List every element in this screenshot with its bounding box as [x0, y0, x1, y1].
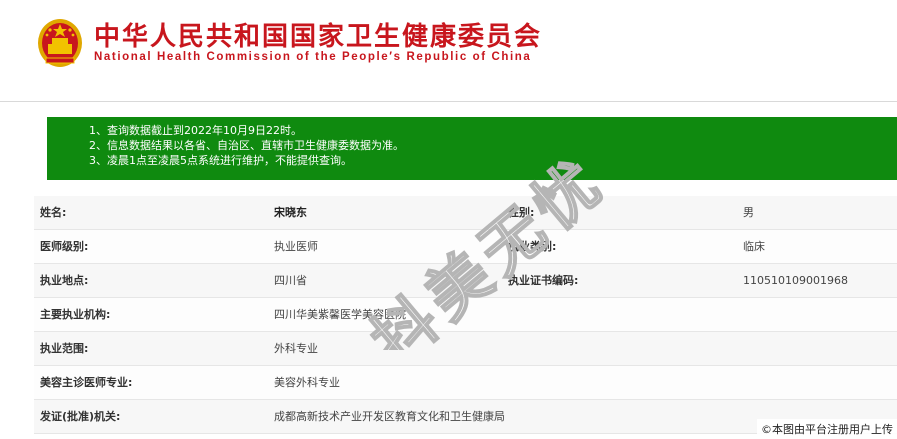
table-row: 医师级别: 执业医师 执业类别: 临床 [34, 230, 897, 264]
issuer-label: 发证(批准)机关: [40, 410, 121, 423]
gender-label: 性别: [508, 206, 535, 219]
issuer-value: 成都高新技术产业开发区教育文化和卫生健康局 [274, 410, 505, 423]
table-row: 姓名: 宋晓东 性别: 男 [34, 196, 897, 230]
gender-value: 男 [743, 206, 754, 219]
scope-label: 执业范围: [40, 342, 89, 355]
level-label: 医师级别: [40, 240, 89, 253]
site-title-en: National Health Commission of the People… [94, 51, 532, 63]
national-emblem-icon [38, 19, 82, 67]
notice-line-2: 2、信息数据结果以各省、自治区、直辖市卫生健康委数据为准。 [89, 139, 404, 152]
table-row: 主要执业机构: 四川华美紫馨医学美容医院 [34, 298, 897, 332]
notice-line-3: 3、凌晨1点至凌晨5点系统进行维护，不能提供查询。 [89, 154, 352, 167]
name-value: 宋晓东 [274, 206, 307, 219]
specialty-label: 美容主诊医师专业: [40, 376, 133, 389]
specialty-value: 美容外科专业 [274, 376, 340, 389]
cert-label: 执业证书编码: [508, 274, 579, 287]
org-label: 主要执业机构: [40, 308, 111, 321]
site-title-cn: 中华人民共和国国家卫生健康委员会 [94, 22, 543, 52]
doctor-info-table: 姓名: 宋晓东 性别: 男 医师级别: 执业医师 执业类别: 临床 执业地点: … [34, 196, 897, 434]
site-header: 中华人民共和国国家卫生健康委员会 National Health Commiss… [30, 14, 580, 70]
level-value: 执业医师 [274, 240, 318, 253]
org-value: 四川华美紫馨医学美容医院 [274, 308, 406, 321]
scope-value: 外科专业 [274, 342, 318, 355]
table-row: 美容主诊医师专业: 美容外科专业 [34, 366, 897, 400]
upload-credit: ©本图由平台注册用户上传 [757, 419, 897, 439]
category-label: 执业类别: [508, 240, 557, 253]
location-label: 执业地点: [40, 274, 89, 287]
name-label: 姓名: [40, 206, 67, 219]
header-divider [0, 101, 897, 102]
table-row: 执业地点: 四川省 执业证书编码: 110510109001968 [34, 264, 897, 298]
location-value: 四川省 [274, 274, 307, 287]
cert-value: 110510109001968 [743, 274, 848, 287]
notice-banner: 1、查询数据截止到2022年10月9日22时。 2、信息数据结果以各省、自治区、… [47, 117, 897, 180]
notice-line-1: 1、查询数据截止到2022年10月9日22时。 [89, 124, 302, 137]
table-row: 执业范围: 外科专业 [34, 332, 897, 366]
category-value: 临床 [743, 240, 765, 253]
